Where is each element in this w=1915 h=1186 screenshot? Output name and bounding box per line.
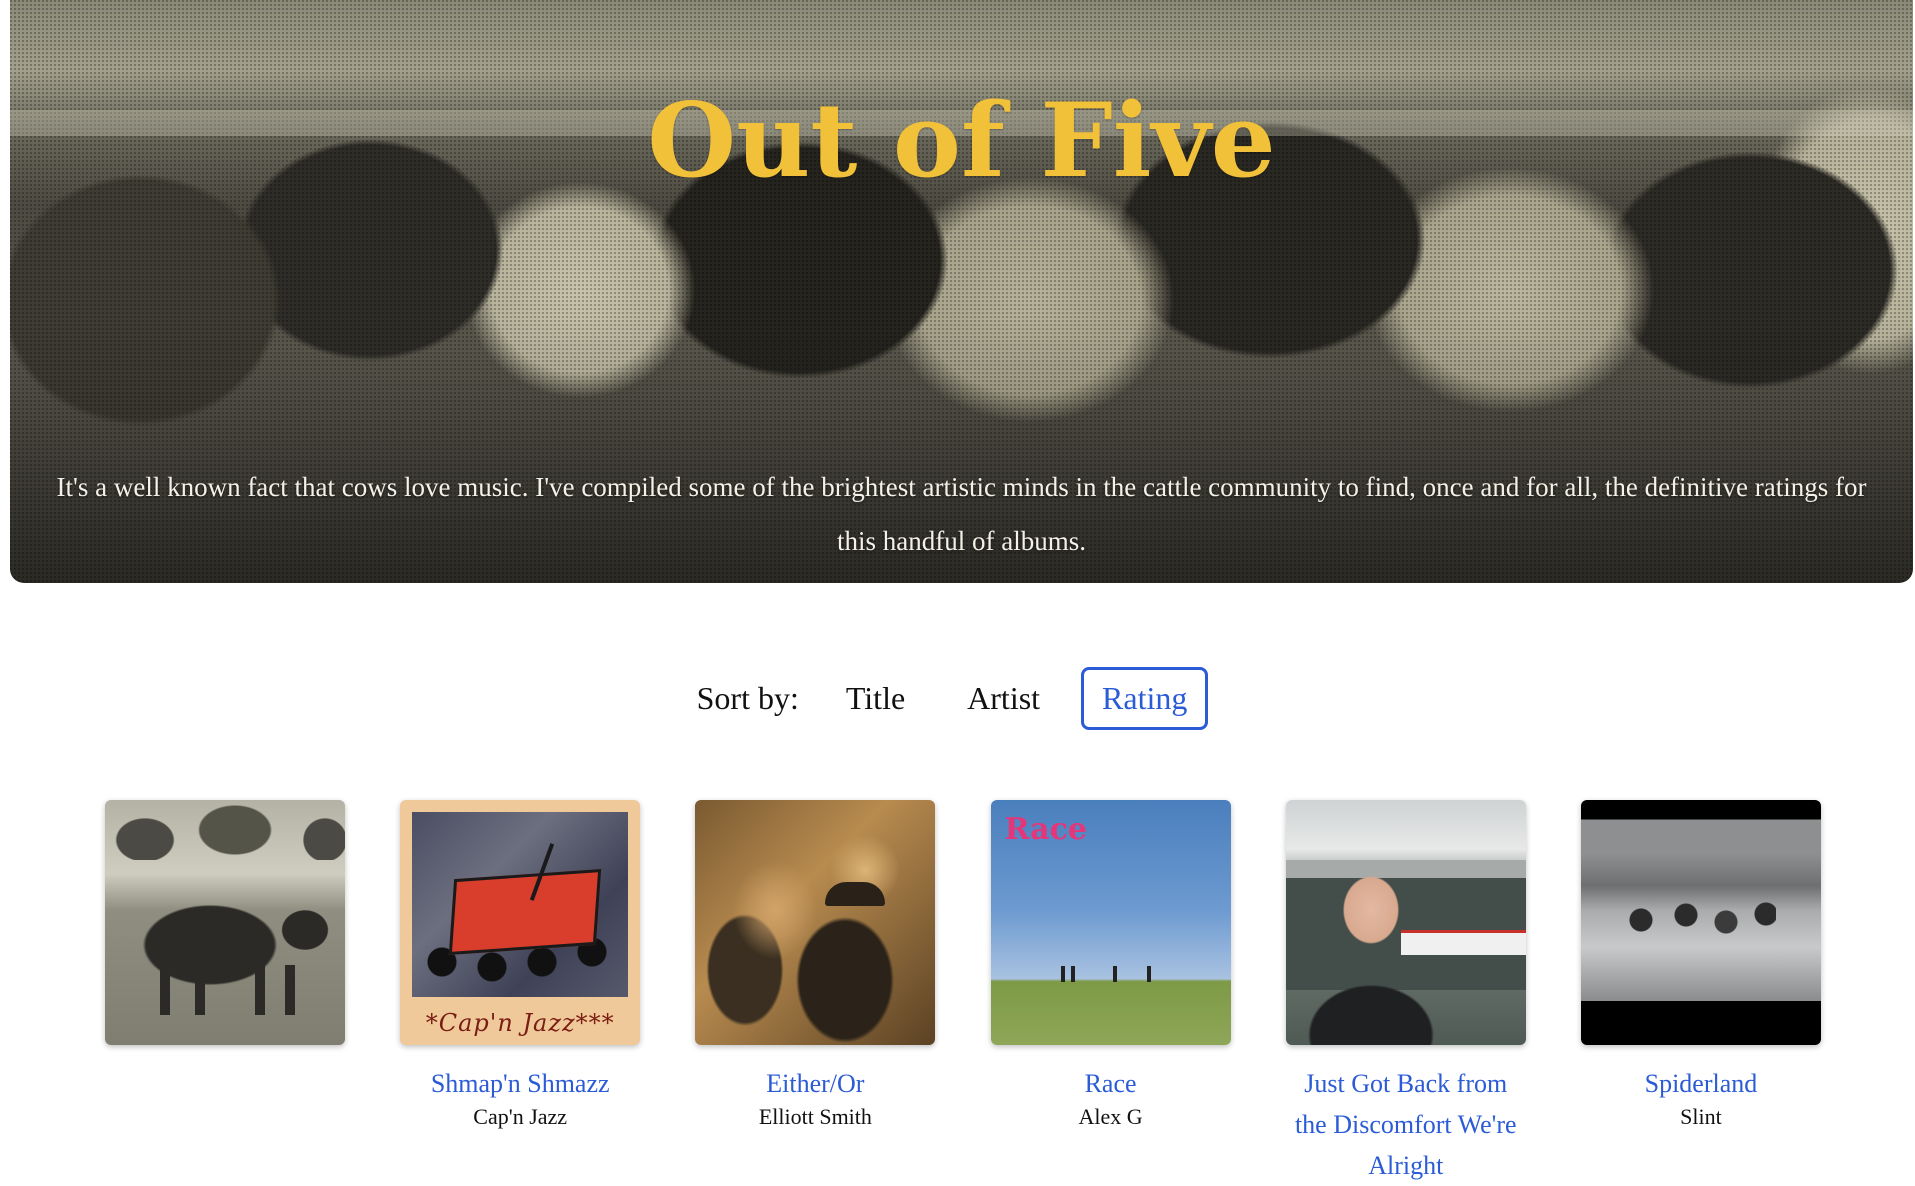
album-title[interactable]: Just Got Back from the Discomfort We're … (1286, 1063, 1526, 1186)
cover-swimmers-decoration (1625, 900, 1776, 940)
album-cover-race[interactable]: Race (990, 800, 1231, 1045)
album-card: Just Got Back from the Discomfort We're … (1285, 800, 1526, 1186)
cover-person-decoration (1295, 845, 1446, 1045)
album-artist: Elliott Smith (758, 1104, 872, 1129)
cover-caption: Race (1004, 812, 1087, 847)
album-card: Race Race Alex G (990, 800, 1231, 1186)
hero-banner: Out of Five It's a well known fact that … (10, 0, 1913, 583)
sort-label: Sort by: (696, 680, 799, 716)
album-title[interactable]: Spiderland (1581, 1063, 1821, 1104)
album-title[interactable]: Either/Or (695, 1063, 935, 1104)
album-card: *Cap'n Jazz*** Shmap'n Shmazz Cap'n Jazz (400, 800, 641, 1186)
page-title: Out of Five (647, 81, 1276, 201)
cover-people-decoration (1060, 966, 1161, 982)
album-cover-spiderland[interactable] (1580, 800, 1821, 1045)
cover-artwork (412, 812, 629, 997)
album-artist: Slint (1680, 1104, 1722, 1129)
album-cover-shmapn-shmazz[interactable]: *Cap'n Jazz*** (400, 800, 641, 1045)
album-artist: Cap'n Jazz (473, 1104, 568, 1129)
album-artist: Alex G (1078, 1104, 1143, 1129)
album-title[interactable]: Shmap'n Shmazz (400, 1063, 640, 1104)
sort-artist-button[interactable]: Artist (946, 667, 1061, 730)
cover-cap-decoration (825, 882, 886, 906)
album-grid: *Cap'n Jazz*** Shmap'n Shmazz Cap'n Jazz… (105, 800, 1821, 1186)
cover-trees-decoration (105, 800, 345, 860)
cover-wagon-decoration (448, 869, 602, 955)
album-cover-just-got-back[interactable] (1285, 800, 1526, 1045)
cover-bull-legs-decoration (160, 965, 300, 1015)
album-cover-bull[interactable] (105, 800, 345, 1045)
sort-rating-button[interactable]: Rating (1081, 667, 1209, 730)
sort-bar: Sort by: Title Artist Rating (0, 667, 1915, 730)
hero-description: It's a well known fact that cows love mu… (56, 472, 1867, 556)
cover-caption: *Cap'n Jazz*** (425, 1009, 615, 1037)
album-card: Either/Or Elliott Smith (695, 800, 936, 1186)
album-title[interactable]: Race (991, 1063, 1231, 1104)
album-card: Spiderland Slint (1580, 800, 1821, 1186)
album-cover-either-or[interactable] (695, 800, 936, 1045)
album-card (105, 800, 345, 1186)
sort-title-button[interactable]: Title (825, 667, 926, 730)
